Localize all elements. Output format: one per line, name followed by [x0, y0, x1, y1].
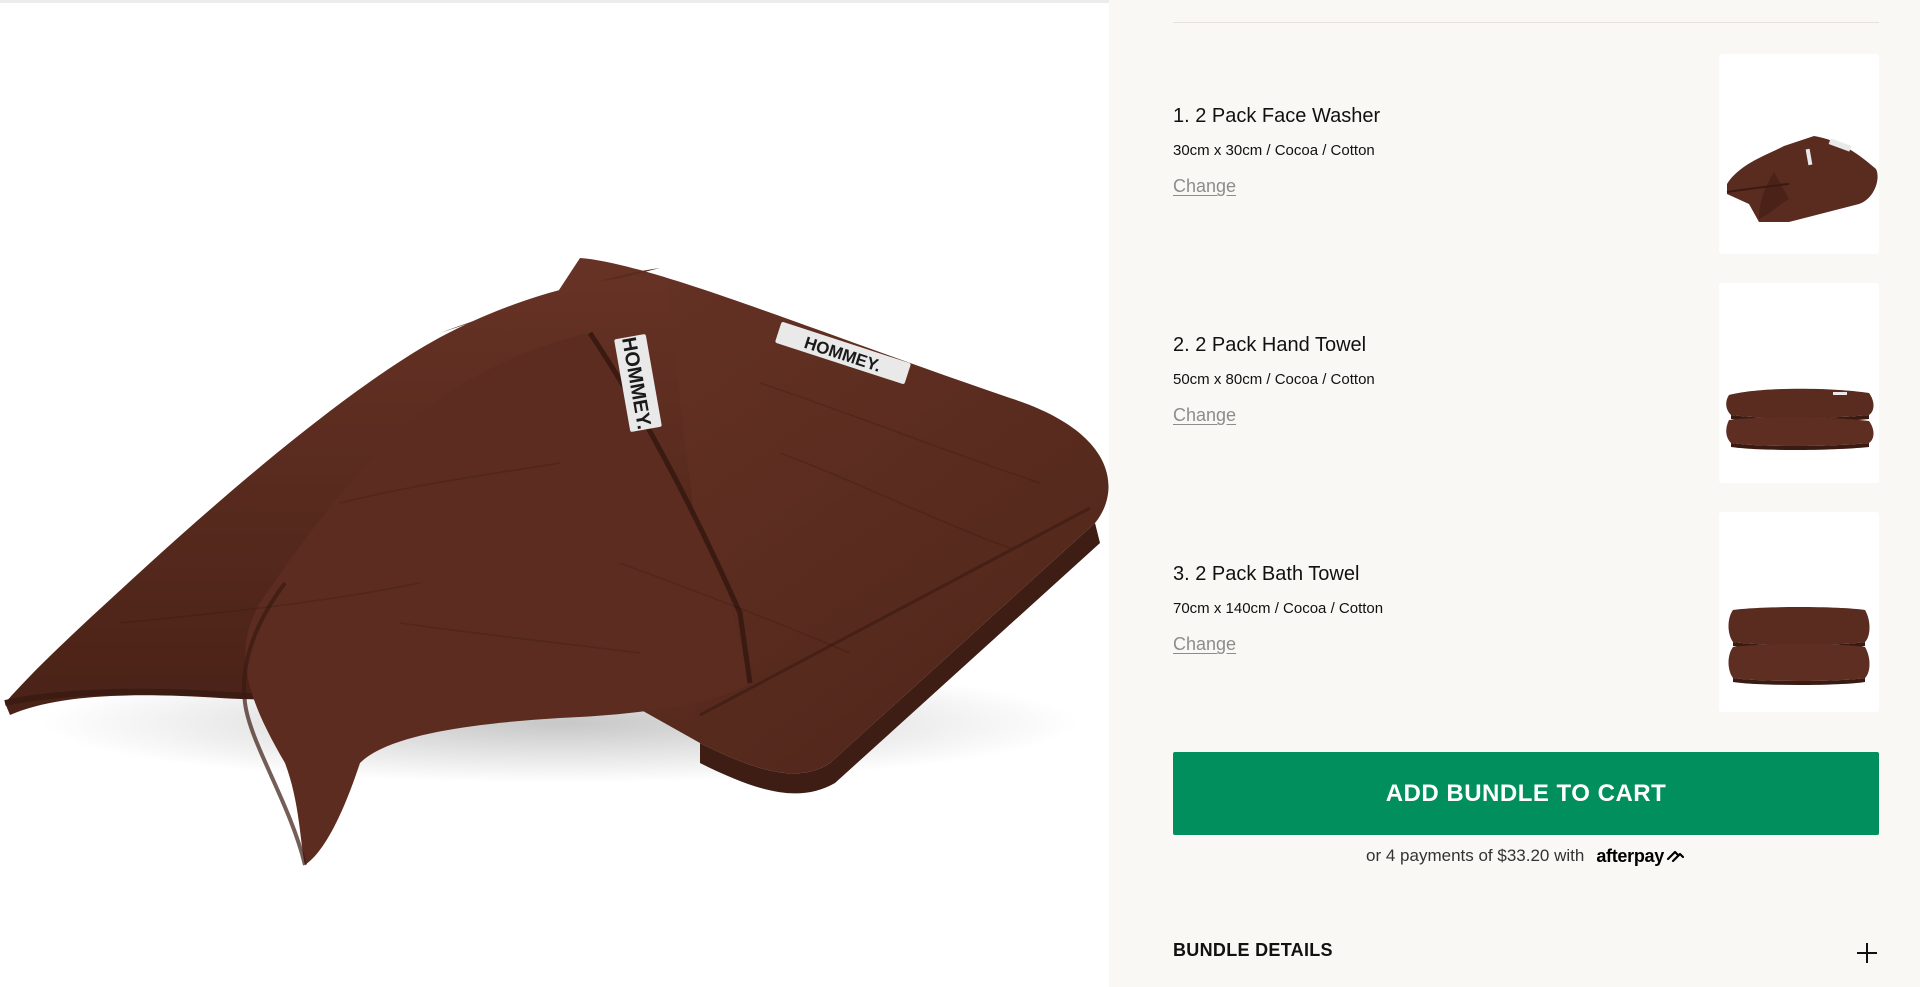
change-face-washer-link[interactable]: Change — [1173, 175, 1236, 197]
folded-towel-image: HOMMEY. HOMMEY. — [4, 258, 1109, 866]
bundle-item-variant: 50cm x 80cm / Cocoa / Cotton — [1173, 371, 1375, 388]
panel-divider — [1173, 22, 1879, 23]
bundle-item-hand-towel: 2. 2 Pack Hand Towel 50cm x 80cm / Cocoa… — [1173, 283, 1879, 483]
bundle-item-title: 2. 2 Pack Hand Towel — [1173, 334, 1367, 356]
bundle-item-face-washer: 1. 2 Pack Face Washer 30cm x 30cm / Coco… — [1173, 54, 1879, 254]
bundle-item-variant: 30cm x 30cm / Cocoa / Cotton — [1173, 142, 1375, 159]
face-washer-thumbnail[interactable] — [1719, 54, 1879, 254]
afterpay-text: or 4 payments of $33.20 with — [1366, 846, 1585, 865]
product-image-gallery[interactable]: HOMMEY. HOMMEY. — [0, 3, 1109, 987]
plus-icon[interactable] — [1855, 941, 1879, 965]
afterpay-installments[interactable]: or 4 payments of $33.20 with afterpay — [1173, 843, 1879, 869]
change-bath-towel-link[interactable]: Change — [1173, 633, 1236, 655]
change-hand-towel-link[interactable]: Change — [1173, 404, 1236, 426]
bundle-item-variant: 70cm x 140cm / Cocoa / Cotton — [1173, 600, 1384, 617]
bundle-item-text: 1. 2 Pack Face Washer 30cm x 30cm / Coco… — [1173, 104, 1673, 197]
bundle-item-bath-towel: 3. 2 Pack Bath Towel 70cm x 140cm / Coco… — [1173, 512, 1879, 712]
bundle-builder-panel: 1. 2 Pack Face Washer 30cm x 30cm / Coco… — [1109, 0, 1920, 987]
afterpay-brand-text: afterpay — [1596, 845, 1664, 866]
bundle-item-text: 3. 2 Pack Bath Towel 70cm x 140cm / Coco… — [1173, 562, 1673, 655]
hand-towel-thumbnail[interactable] — [1719, 283, 1879, 483]
afterpay-arrows-icon — [1666, 850, 1685, 863]
bundle-item-title: 1. 2 Pack Face Washer — [1173, 105, 1381, 127]
bundle-details-title: BUNDLE DETAILS — [1173, 940, 1333, 960]
bundle-item-title: 3. 2 Pack Bath Towel — [1173, 563, 1360, 585]
add-bundle-to-cart-button[interactable]: ADD BUNDLE TO CART — [1173, 752, 1879, 835]
bundle-item-text: 2. 2 Pack Hand Towel 50cm x 80cm / Cocoa… — [1173, 333, 1673, 426]
afterpay-logo: afterpay — [1596, 846, 1686, 867]
bundle-details-accordion[interactable]: BUNDLE DETAILS — [1173, 930, 1879, 980]
bath-towel-thumbnail[interactable] — [1719, 512, 1879, 712]
